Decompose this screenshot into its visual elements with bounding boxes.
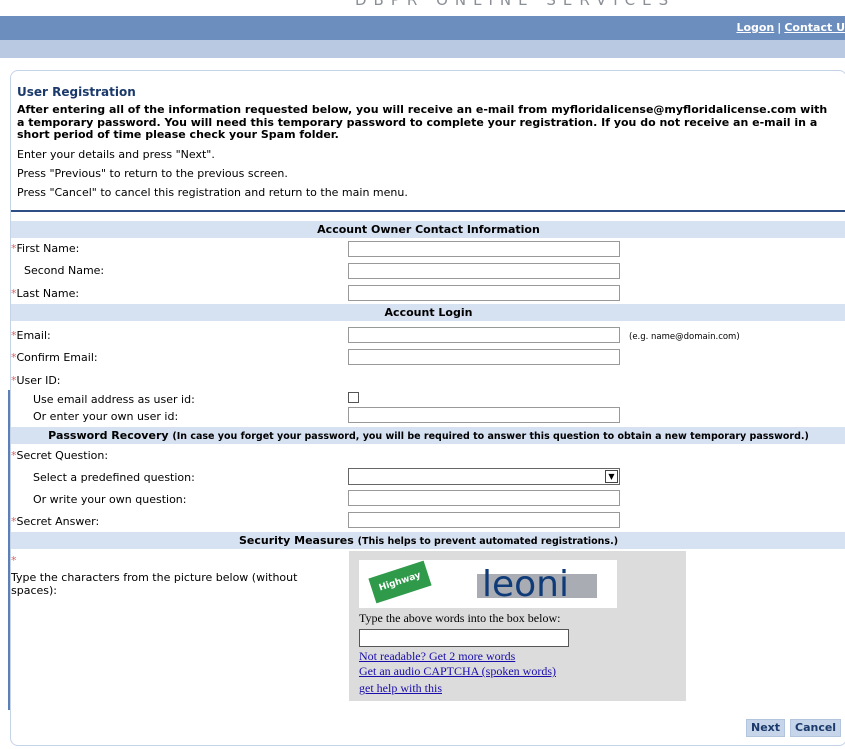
logon-link[interactable]: Logon bbox=[736, 21, 774, 34]
captcha-word-2: leoni bbox=[482, 564, 569, 605]
confirm-email-text: Confirm Email: bbox=[16, 351, 98, 364]
secret-answer-input[interactable] bbox=[348, 512, 620, 528]
predefined-question-label: Select a predefined question: bbox=[33, 471, 195, 484]
captcha-audio-link[interactable]: Get an audio CAPTCHA (spoken words) bbox=[359, 664, 556, 679]
top-nav-bar: Logon | Contact U bbox=[0, 16, 845, 40]
security-header-text: Security Measures bbox=[238, 534, 354, 547]
secret-answer-text: Secret Answer: bbox=[16, 515, 100, 528]
sub-nav-bar bbox=[0, 40, 845, 58]
captcha-required-marker: * bbox=[11, 554, 17, 567]
own-user-id-label: Or enter your own user id: bbox=[33, 410, 179, 423]
intro-divider bbox=[11, 210, 845, 212]
captcha-help-link[interactable]: get help with this bbox=[359, 681, 442, 696]
own-user-id-input[interactable] bbox=[348, 407, 620, 423]
confirm-email-input[interactable] bbox=[348, 349, 620, 365]
instruction-cancel: Press "Cancel" to cancel this registrati… bbox=[17, 185, 408, 199]
predefined-question-select[interactable]: ▼ bbox=[348, 468, 620, 485]
second-name-input[interactable] bbox=[348, 263, 620, 279]
own-question-input[interactable] bbox=[348, 490, 620, 506]
secret-question-text: Secret Question: bbox=[16, 449, 109, 462]
captcha-word-1: Highway bbox=[368, 560, 432, 604]
recovery-section-header: Password Recovery (In case you forget yo… bbox=[11, 427, 845, 444]
use-email-label: Use email address as user id: bbox=[33, 393, 195, 406]
second-name-label: Second Name: bbox=[24, 264, 105, 277]
captcha-image: Highway leoni bbox=[359, 560, 617, 608]
registration-panel: User Registration After entering all of … bbox=[10, 70, 845, 746]
login-header-text: Account Login bbox=[384, 306, 473, 319]
banner-title: DBPR ONLINE SERVICES bbox=[355, 0, 676, 9]
email-hint: (e.g. name@domain.com) bbox=[629, 332, 740, 342]
security-header-note: (This helps to prevent automated registr… bbox=[357, 536, 619, 547]
login-section-header: Account Login bbox=[11, 304, 845, 321]
user-id-label: *User ID: bbox=[11, 374, 61, 387]
contact-header-text: Account Owner Contact Information bbox=[317, 223, 540, 236]
link-separator: | bbox=[777, 21, 782, 34]
captcha-instruction: Type the characters from the picture bel… bbox=[11, 571, 298, 597]
required-marker: * bbox=[11, 554, 17, 567]
own-question-label: Or write your own question: bbox=[33, 493, 187, 506]
captcha-widget: Highway leoni Type the above words into … bbox=[349, 551, 686, 701]
instruction-next: Enter your details and press "Next". bbox=[17, 147, 215, 161]
page-title: User Registration bbox=[17, 85, 136, 99]
last-name-text: Last Name: bbox=[16, 287, 80, 300]
intro-section: User Registration After entering all of … bbox=[17, 85, 837, 205]
use-email-checkbox[interactable] bbox=[348, 392, 359, 403]
email-notice: After entering all of the information re… bbox=[17, 103, 828, 141]
chevron-down-icon[interactable]: ▼ bbox=[605, 470, 618, 483]
site-banner: DBPR ONLINE SERVICES bbox=[0, 0, 845, 16]
captcha-more-words-link[interactable]: Not readable? Get 2 more words bbox=[359, 649, 515, 664]
last-name-input[interactable] bbox=[348, 285, 620, 301]
last-name-label: *Last Name: bbox=[11, 287, 79, 300]
captcha-response-input[interactable] bbox=[359, 629, 569, 647]
email-label: *Email: bbox=[11, 329, 51, 342]
top-links: Logon | Contact U bbox=[736, 21, 845, 34]
secret-question-label: *Secret Question: bbox=[11, 449, 108, 462]
email-text: Email: bbox=[16, 329, 51, 342]
first-name-text: First Name: bbox=[16, 242, 80, 255]
next-button[interactable]: Next bbox=[746, 719, 786, 737]
cancel-button[interactable]: Cancel bbox=[790, 719, 842, 737]
instruction-previous: Press "Previous" to return to the previo… bbox=[17, 166, 288, 180]
confirm-email-label: *Confirm Email: bbox=[11, 351, 98, 364]
security-section-header: Security Measures (This helps to prevent… bbox=[11, 532, 845, 549]
contact-link[interactable]: Contact U bbox=[784, 21, 845, 34]
captcha-type-label: Type the above words into the box below: bbox=[359, 611, 561, 625]
recovery-header-text: Password Recovery bbox=[48, 429, 169, 442]
recovery-header-note: (In case you forget your password, you w… bbox=[172, 431, 809, 442]
contact-section-header: Account Owner Contact Information bbox=[11, 221, 845, 238]
email-input[interactable] bbox=[348, 327, 620, 343]
first-name-label: *First Name: bbox=[11, 242, 79, 255]
user-id-text: User ID: bbox=[16, 374, 61, 387]
secret-answer-label: *Secret Answer: bbox=[11, 515, 99, 528]
first-name-input[interactable] bbox=[348, 241, 620, 257]
